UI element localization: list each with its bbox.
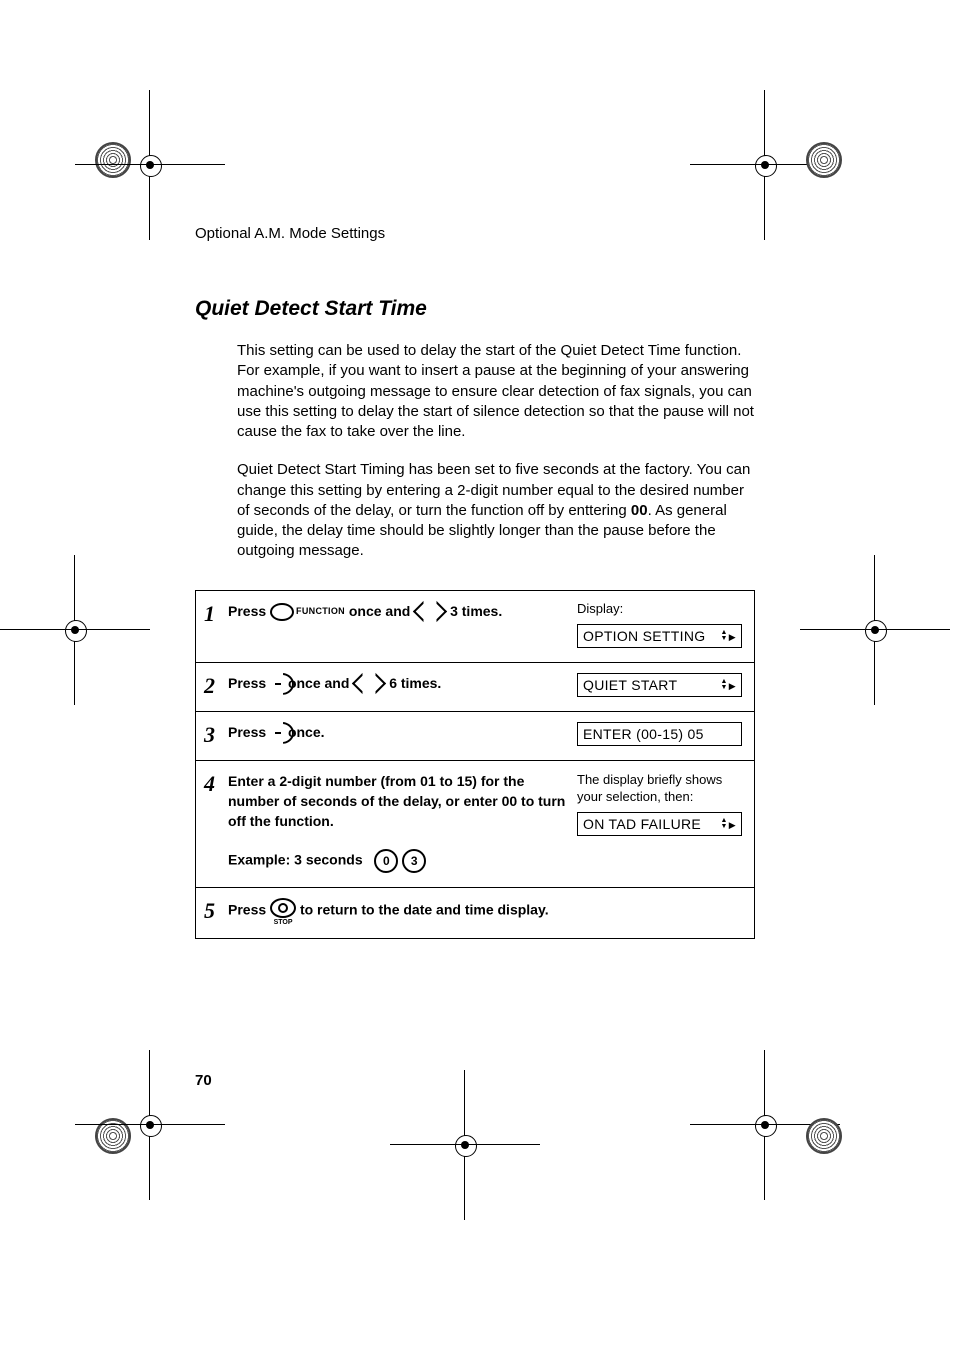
press-label: Press [228, 724, 266, 740]
digit-key-0-icon: 0 [374, 849, 398, 873]
up-down-right-icon [721, 818, 736, 830]
digit-key-3-icon: 3 [402, 849, 426, 873]
step-3: 3 Press once. ENTER (00-15) 05 [196, 711, 754, 760]
lcd-text: QUIET START [583, 677, 677, 693]
lcd-text: ENTER (00-15) 05 [583, 726, 704, 742]
lcd-text: ON TAD FAILURE [583, 816, 701, 832]
press-label: Press [228, 603, 266, 619]
nav-diamond-label: 1 [366, 678, 372, 690]
intro-para-2-bold: 00 [631, 502, 648, 519]
step-1: 1 Press FUNCTION once and 1 3 times. Dis… [196, 591, 754, 662]
display-label: Display: [577, 601, 742, 616]
step-5: 5 Press STOP to return to the date and t… [196, 887, 754, 938]
lcd-text: OPTION SETTING [583, 628, 705, 644]
step-number: 2 [204, 673, 228, 697]
registration-crosshair-icon [60, 615, 90, 645]
step-text-end: to return to the date and time display. [300, 902, 549, 918]
lcd-readout: QUIET START [577, 673, 742, 697]
registration-crosshair-icon [860, 615, 890, 645]
step-number: 4 [204, 771, 228, 795]
page-number: 70 [195, 1072, 212, 1089]
step-text-mid: once and [288, 675, 353, 691]
registration-target-icon [806, 142, 842, 178]
step-2-display: QUIET START [577, 673, 742, 697]
step-4-text: Enter a 2-digit number (from 01 to 15) f… [228, 771, 577, 874]
lcd-readout: OPTION SETTING [577, 624, 742, 648]
step-4: 4 Enter a 2-digit number (from 01 to 15)… [196, 760, 754, 888]
registration-crosshair-icon [135, 150, 165, 180]
registration-crosshair-icon [750, 1110, 780, 1140]
up-down-right-icon [721, 679, 736, 691]
running-header: Optional A.M. Mode Settings [195, 225, 755, 242]
step-5-text: Press STOP to return to the date and tim… [228, 898, 577, 924]
step-number: 1 [204, 601, 228, 625]
right-select-button-icon [270, 722, 284, 744]
registration-crosshair-icon [135, 1110, 165, 1140]
procedure-table: 1 Press FUNCTION once and 1 3 times. Dis… [195, 590, 755, 940]
section-title: Quiet Detect Start Time [195, 297, 755, 321]
step-4-display: The display briefly shows your selection… [577, 771, 742, 836]
press-label: Press [228, 675, 266, 691]
nav-diamond-label: 1 [427, 606, 433, 618]
function-button-label: FUNCTION [296, 606, 345, 616]
step-4-instruction: Enter a 2-digit number (from 01 to 15) f… [228, 771, 567, 832]
stop-button-label: STOP [270, 918, 296, 928]
intro-para-1: This setting can be used to delay the st… [237, 341, 755, 442]
registration-target-icon [95, 142, 131, 178]
nav-diamond-icon: 1 [353, 675, 385, 693]
step-text-mid: once and [349, 603, 414, 619]
step-2: 2 Press once and 1 6 times. QUIET START [196, 662, 754, 711]
stop-button-icon: STOP [270, 898, 296, 924]
step-text-end: 3 times. [450, 603, 502, 619]
intro-para-2: Quiet Detect Start Timing has been set t… [237, 460, 755, 561]
press-label: Press [228, 902, 266, 918]
step-3-display: ENTER (00-15) 05 [577, 722, 742, 746]
manual-page: Optional A.M. Mode Settings Quiet Detect… [0, 0, 954, 1351]
up-down-right-icon [721, 630, 736, 642]
step-2-text: Press once and 1 6 times. [228, 673, 577, 695]
registration-crosshair-icon [750, 150, 780, 180]
step-3-text: Press once. [228, 722, 577, 744]
lcd-readout: ENTER (00-15) 05 [577, 722, 742, 746]
registration-target-icon [806, 1118, 842, 1154]
content-area: Optional A.M. Mode Settings Quiet Detect… [195, 225, 755, 939]
registration-crosshair-icon [450, 1130, 480, 1160]
intro-paragraphs: This setting can be used to delay the st… [237, 341, 755, 562]
nav-diamond-icon: 1 [414, 603, 446, 621]
step-4-example: Example: 3 seconds 0 3 [228, 849, 567, 873]
lcd-readout: ON TAD FAILURE [577, 812, 742, 836]
function-button-icon [270, 603, 294, 621]
step-number: 3 [204, 722, 228, 746]
step-1-display: Display: OPTION SETTING [577, 601, 742, 648]
step-number: 5 [204, 898, 228, 922]
example-label: Example: 3 seconds [228, 852, 363, 868]
display-note: The display briefly shows your selection… [577, 771, 742, 806]
step-text-end: 6 times. [389, 675, 441, 691]
step-1-text: Press FUNCTION once and 1 3 times. [228, 601, 577, 621]
right-select-button-icon [270, 673, 284, 695]
